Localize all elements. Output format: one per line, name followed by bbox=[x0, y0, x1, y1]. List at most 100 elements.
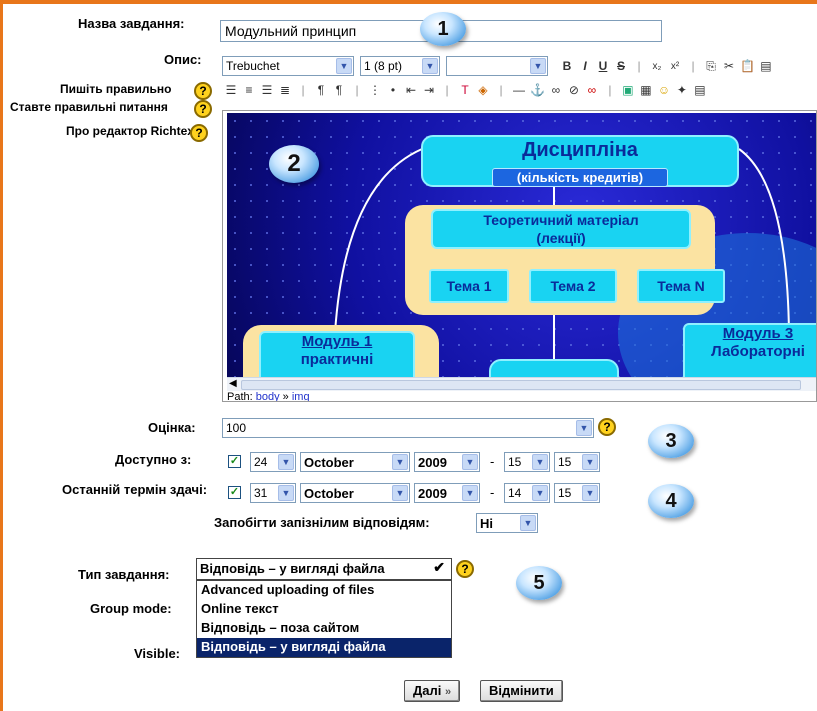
horizontal-rule-icon[interactable]: — bbox=[512, 83, 526, 97]
module1-subtitle: практичні bbox=[300, 351, 374, 368]
cut-icon[interactable]: ✂ bbox=[722, 59, 736, 73]
due-dash: - bbox=[490, 485, 495, 500]
anchor-icon[interactable]: ⚓ bbox=[530, 83, 545, 97]
separator: | bbox=[301, 83, 305, 97]
format-toolbar: B I U S | x₂ x² | ⎘ ✂ 📋 ▤ bbox=[560, 56, 773, 76]
module3-title: Модуль 3 bbox=[722, 325, 794, 342]
font-size-value: 1 (8 pt) bbox=[364, 59, 403, 73]
available-minute-select[interactable]: 15 ▼ bbox=[554, 452, 600, 472]
help-link-richtext[interactable]: Про редактор Richtext bbox=[66, 124, 198, 138]
separator: | bbox=[355, 83, 359, 97]
grade-select[interactable]: 100 ▼ bbox=[222, 418, 594, 438]
available-checkbox[interactable]: ✓ bbox=[228, 455, 241, 468]
module-diagram-image: 2 Дисципліна (кількість кредитів) Теорет… bbox=[227, 113, 816, 377]
help-icon[interactable]: ? bbox=[598, 418, 616, 436]
underline-button[interactable]: U bbox=[596, 59, 610, 73]
path-label: Path: bbox=[227, 391, 253, 402]
due-hour-select[interactable]: 14 ▼ bbox=[504, 483, 550, 503]
html-source-icon[interactable]: ▤ bbox=[693, 83, 707, 97]
discipline-title: Дисципліна bbox=[522, 139, 638, 161]
ordered-list-icon[interactable]: ⋮ bbox=[368, 83, 382, 97]
help-icon[interactable]: ? bbox=[194, 100, 212, 118]
highlight-icon[interactable]: ◈ bbox=[476, 83, 490, 97]
chevron-down-icon: ▼ bbox=[520, 515, 536, 531]
nolink-icon[interactable]: ∞ bbox=[585, 83, 599, 97]
next-arrow-icon: » bbox=[445, 686, 452, 698]
help-icon[interactable]: ? bbox=[456, 560, 474, 578]
cancel-button[interactable]: Відмінити bbox=[480, 680, 563, 702]
chevron-down-icon: ▼ bbox=[278, 454, 294, 470]
assignment-type-option[interactable]: Відповідь – поза сайтом bbox=[197, 619, 451, 638]
chevron-down-icon: ▼ bbox=[582, 485, 598, 501]
assignment-type-option[interactable]: Online текст bbox=[197, 600, 451, 619]
separator: | bbox=[608, 83, 612, 97]
available-hour-select[interactable]: 15 ▼ bbox=[504, 452, 550, 472]
superscript-icon[interactable]: x² bbox=[668, 61, 682, 72]
topic-box-n: Тема N bbox=[637, 269, 725, 303]
help-link-spelling[interactable]: Пишіть правильно bbox=[60, 82, 172, 96]
smiley-icon[interactable]: ☺ bbox=[657, 83, 671, 97]
paste-word-icon[interactable]: ▤ bbox=[759, 59, 773, 73]
copy-icon[interactable]: ⎘ bbox=[704, 59, 718, 74]
special-char-icon[interactable]: ✦ bbox=[675, 83, 689, 97]
link-icon[interactable]: ∞ bbox=[549, 83, 563, 97]
chevron-down-icon: ▼ bbox=[532, 485, 548, 501]
due-month-select[interactable]: October ▼ bbox=[300, 483, 410, 503]
assignment-type-option-selected[interactable]: Відповідь – у вигляді файла bbox=[197, 638, 451, 657]
horizontal-scrollbar[interactable]: ◀ bbox=[227, 377, 816, 391]
module1-box: Модуль 1 практичні bbox=[259, 331, 415, 377]
unordered-list-icon[interactable]: • bbox=[386, 83, 400, 97]
path-body-link[interactable]: body bbox=[256, 391, 280, 401]
align-left-icon[interactable]: ☰ bbox=[224, 83, 238, 97]
due-checkbox[interactable]: ✓ bbox=[228, 486, 241, 499]
image-icon[interactable]: ▣ bbox=[621, 83, 635, 97]
align-center-icon[interactable]: ≡ bbox=[242, 83, 256, 97]
richtext-editor[interactable]: 2 Дисципліна (кількість кредитів) Теорет… bbox=[222, 110, 817, 402]
available-minute-value: 15 bbox=[558, 455, 572, 469]
due-minute-value: 15 bbox=[558, 486, 572, 500]
path-img-link[interactable]: img bbox=[292, 391, 310, 401]
outdent-icon[interactable]: ⇤ bbox=[404, 83, 418, 97]
font-family-select[interactable]: Trebuchet ▼ bbox=[222, 56, 354, 76]
discipline-subtitle: (кількість кредитів) bbox=[491, 168, 669, 187]
chevron-down-icon: ▼ bbox=[530, 58, 546, 74]
prevent-late-select[interactable]: Ні ▼ bbox=[476, 513, 538, 533]
scrollbar-thumb[interactable] bbox=[241, 380, 801, 390]
style-select[interactable]: ▼ bbox=[446, 56, 548, 76]
available-month-select[interactable]: October ▼ bbox=[300, 452, 410, 472]
align-right-icon[interactable]: ☰ bbox=[260, 83, 274, 97]
help-icon[interactable]: ? bbox=[194, 82, 212, 100]
available-month-value: October bbox=[304, 455, 354, 470]
module3-subtitle: Лабораторні bbox=[711, 343, 805, 360]
help-icon[interactable]: ? bbox=[190, 124, 208, 142]
italic-button[interactable]: I bbox=[578, 59, 592, 73]
strikethrough-button[interactable]: S bbox=[614, 59, 628, 73]
help-link-questions[interactable]: Ставте правильні питання bbox=[10, 100, 168, 114]
due-minute-select[interactable]: 15 ▼ bbox=[554, 483, 600, 503]
due-day-select[interactable]: 31 ▼ bbox=[250, 483, 296, 503]
name-label: Назва завдання: bbox=[78, 16, 185, 31]
scroll-left-icon[interactable]: ◀ bbox=[229, 378, 237, 389]
due-year-value: 2009 bbox=[418, 486, 447, 501]
text-color-icon[interactable]: T bbox=[458, 83, 472, 97]
chevron-down-icon: ▼ bbox=[392, 454, 408, 470]
indent-icon[interactable]: ⇥ bbox=[422, 83, 436, 97]
paste-icon[interactable]: 📋 bbox=[740, 59, 755, 73]
subscript-icon[interactable]: x₂ bbox=[650, 61, 664, 72]
assignment-type-dropdown: Advanced uploading of files Online текст… bbox=[196, 580, 452, 658]
available-day-select[interactable]: 24 ▼ bbox=[250, 452, 296, 472]
ltr-icon[interactable]: ¶ bbox=[314, 83, 328, 97]
unlink-icon[interactable]: ⊘ bbox=[567, 83, 581, 97]
font-size-select[interactable]: 1 (8 pt) ▼ bbox=[360, 56, 440, 76]
due-year-select[interactable]: 2009 ▼ bbox=[414, 483, 480, 503]
available-year-select[interactable]: 2009 ▼ bbox=[414, 452, 480, 472]
bold-button[interactable]: B bbox=[560, 59, 574, 73]
table-icon[interactable]: ▦ bbox=[639, 83, 653, 97]
prevent-late-value: Ні bbox=[480, 516, 493, 531]
assignment-type-select[interactable]: Відповідь – у вигляді файла ✔ bbox=[196, 558, 452, 580]
rtl-icon[interactable]: ¶ bbox=[332, 83, 346, 97]
editor-path: Path: body » img bbox=[227, 391, 310, 402]
justify-icon[interactable]: ≣ bbox=[278, 83, 292, 97]
assignment-type-option[interactable]: Advanced uploading of files bbox=[197, 581, 451, 600]
next-button[interactable]: Далі » bbox=[404, 680, 461, 702]
